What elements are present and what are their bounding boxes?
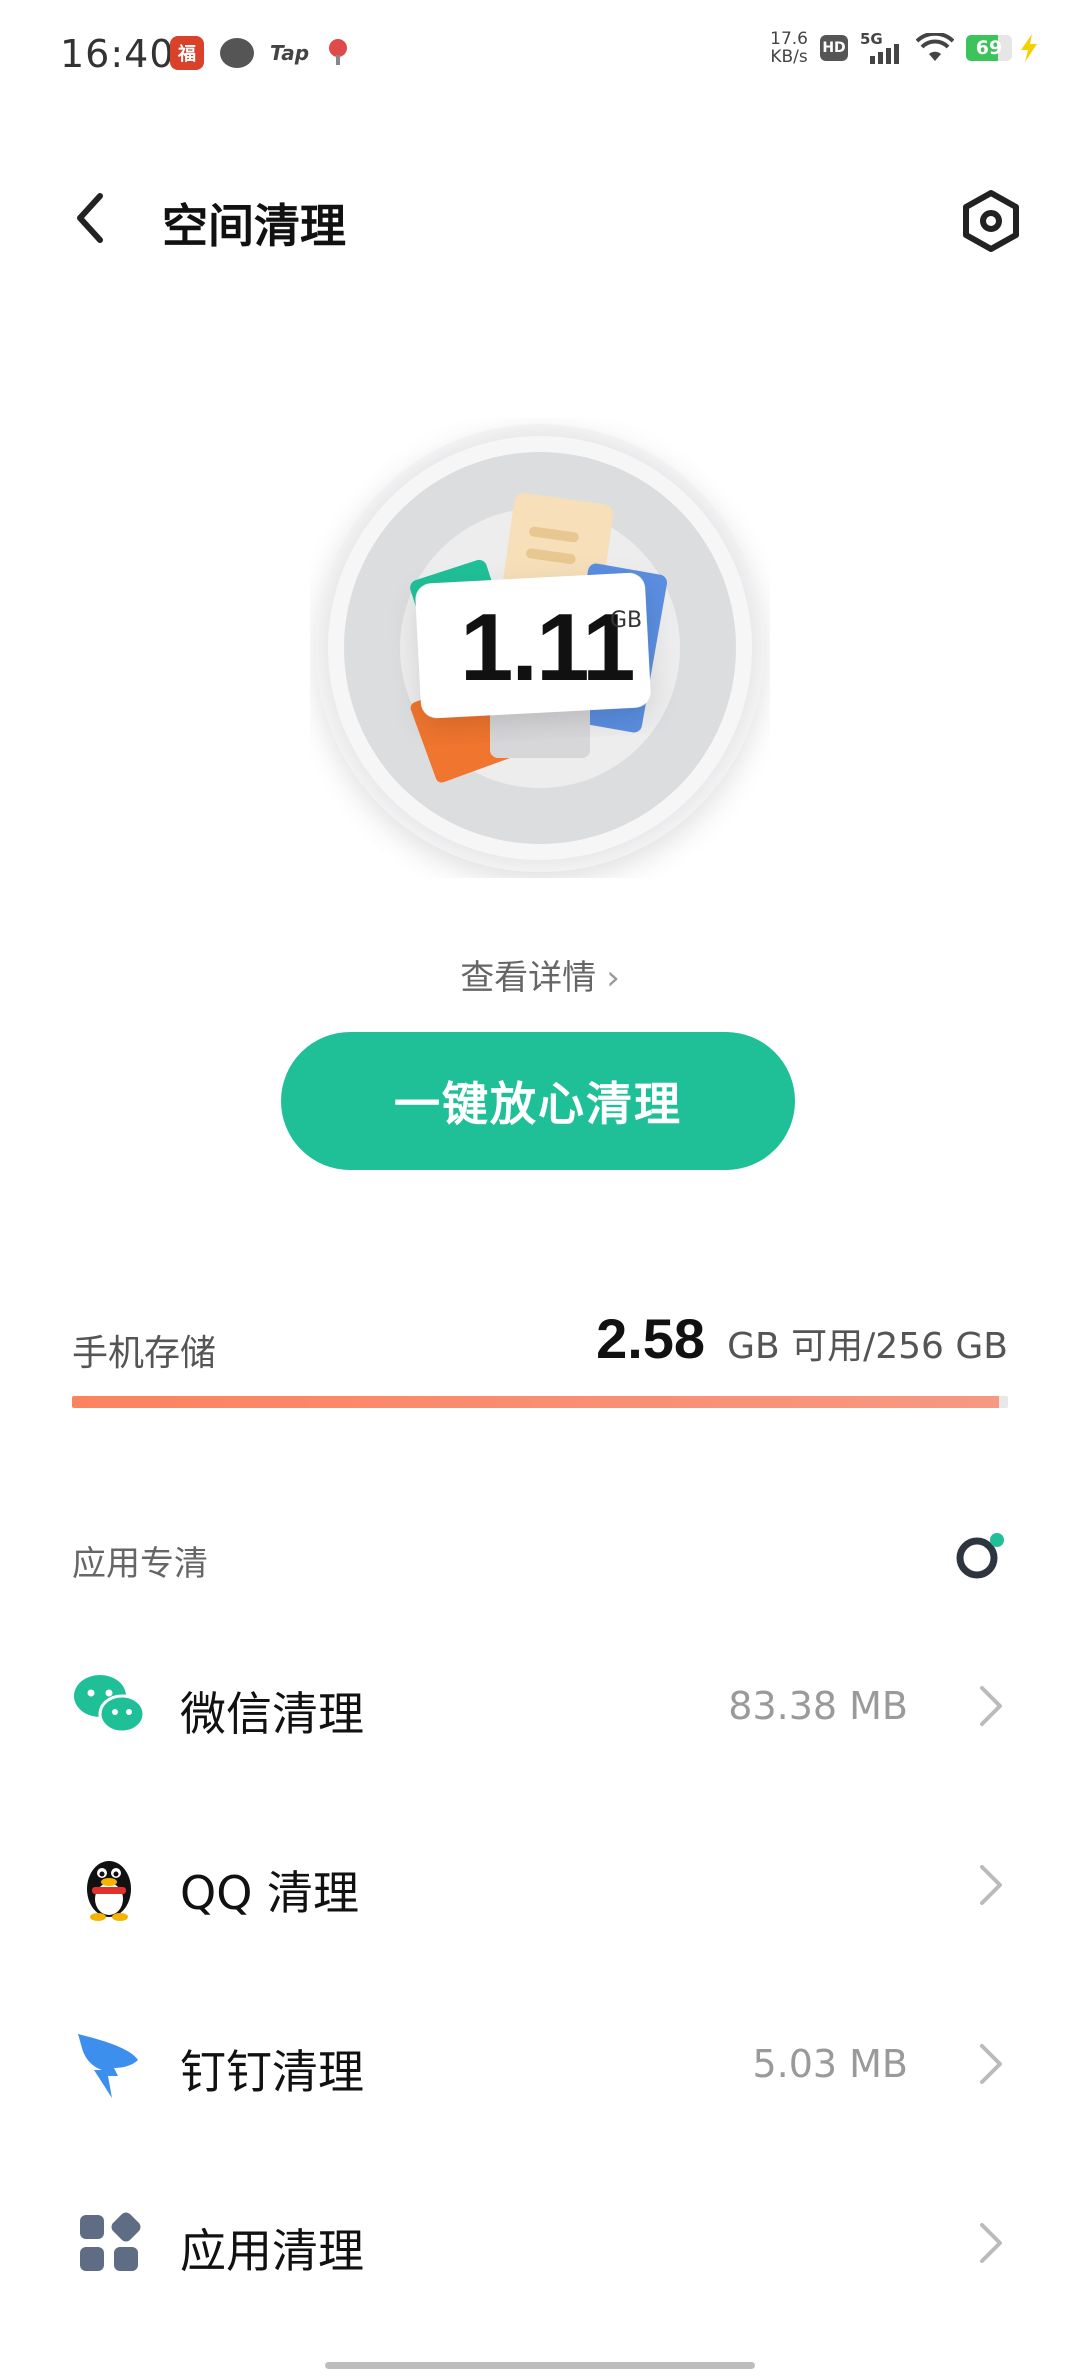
network-speed: 17.6 KB/s bbox=[770, 30, 808, 66]
status-time: 16:40 bbox=[60, 32, 175, 76]
chevron-right-icon: › bbox=[606, 958, 620, 998]
back-button[interactable] bbox=[60, 188, 120, 248]
view-details-link[interactable]: 查看详情 › bbox=[0, 950, 1080, 999]
apps-grid-icon bbox=[72, 2205, 146, 2279]
battery-indicator: 69 bbox=[966, 34, 1040, 62]
chevron-right-icon bbox=[980, 1865, 1002, 1905]
dingtalk-icon bbox=[72, 2026, 146, 2100]
storage-total-text: GB 可用/256 GB bbox=[727, 1326, 1008, 1367]
wifi-icon bbox=[916, 33, 954, 61]
hd-badge: HD bbox=[820, 35, 848, 61]
notification-app-icon: 福 bbox=[170, 36, 204, 70]
charging-bolt-icon bbox=[1021, 34, 1037, 62]
home-indicator[interactable] bbox=[325, 2362, 755, 2369]
chevron-right-icon bbox=[980, 2044, 1002, 2084]
list-item-label: QQ 清理 bbox=[180, 1866, 360, 1920]
list-item-dingtalk[interactable]: 钉钉清理 5.03 MB bbox=[0, 1976, 1080, 2155]
cellular-signal-icon: 5G bbox=[860, 30, 904, 66]
junk-size-value: 1.11 bbox=[460, 594, 636, 701]
section-toggle-icon[interactable] bbox=[950, 1526, 1010, 1586]
chat-bubble-icon bbox=[220, 38, 254, 68]
network-speed-unit: KB/s bbox=[770, 47, 808, 67]
status-bar: 16:40 福 Tap 17.6 KB/s HD 5G 69 bbox=[0, 0, 1080, 110]
battery-level: 69 bbox=[975, 37, 1003, 59]
settings-hexagon-icon bbox=[963, 190, 1019, 252]
back-arrow-icon bbox=[77, 193, 103, 243]
list-item-label: 钉钉清理 bbox=[180, 2045, 364, 2099]
junk-summary-graphic[interactable]: 1.11 GB bbox=[310, 418, 770, 878]
list-item-label: 微信清理 bbox=[180, 1687, 364, 1741]
page-title: 空间清理 bbox=[162, 199, 346, 253]
storage-usage-fill bbox=[72, 1396, 999, 1408]
network-speed-value: 17.6 bbox=[770, 29, 808, 49]
tap-notification-icon: Tap bbox=[270, 41, 310, 65]
list-item-label: 应用清理 bbox=[180, 2224, 364, 2278]
location-pin-icon bbox=[325, 37, 351, 69]
chevron-right-icon bbox=[980, 1686, 1002, 1726]
qq-icon bbox=[72, 1847, 146, 1921]
list-item-wechat[interactable]: 微信清理 83.38 MB bbox=[0, 1618, 1080, 1797]
notification-icons: 福 Tap bbox=[170, 36, 351, 70]
storage-label: 手机存储 bbox=[72, 1333, 217, 1374]
junk-size-unit: GB bbox=[610, 608, 643, 633]
section-title: 应用专清 bbox=[72, 1544, 208, 1584]
storage-usage-bar bbox=[72, 1396, 1008, 1408]
app-clean-list: 微信清理 83.38 MB QQ 清理 钉钉清理 5.03 MB 应用清理 bbox=[0, 1618, 1080, 2334]
app-header: 空间清理 bbox=[0, 180, 1080, 260]
list-item-qq[interactable]: QQ 清理 bbox=[0, 1797, 1080, 1976]
system-status-icons: 17.6 KB/s HD 5G 69 bbox=[770, 30, 1040, 66]
settings-button[interactable] bbox=[956, 186, 1026, 256]
storage-summary: 2.58 GB 可用/256 GB bbox=[596, 1306, 1008, 1371]
list-item-size: 5.03 MB bbox=[752, 2042, 908, 2086]
list-item-size: 83.38 MB bbox=[728, 1684, 908, 1728]
list-item-apps[interactable]: 应用清理 bbox=[0, 2155, 1080, 2334]
storage-available-value: 2.58 bbox=[596, 1307, 706, 1370]
view-details-label: 查看详情 bbox=[460, 958, 597, 998]
ring-dot-icon bbox=[956, 1533, 1004, 1579]
chevron-right-icon bbox=[980, 2223, 1002, 2263]
one-click-clean-button[interactable]: 一键放心清理 bbox=[281, 1032, 795, 1170]
wechat-icon bbox=[72, 1668, 146, 1742]
